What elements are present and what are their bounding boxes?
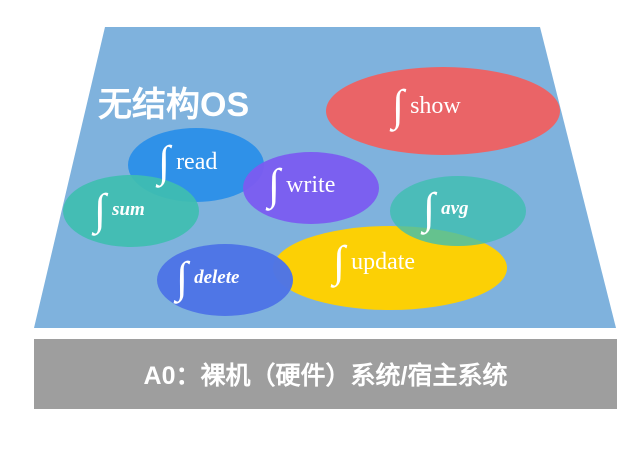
function-delete: ∫ delete xyxy=(176,256,239,300)
integral-icon: ∫ xyxy=(268,160,281,209)
function-sum: ∫ sum xyxy=(94,188,145,232)
function-label: avg xyxy=(441,198,469,219)
integral-icon: ∫ xyxy=(94,185,107,234)
function-label: show xyxy=(410,92,461,119)
function-show: ∫ show xyxy=(392,84,461,128)
function-update: ∫ update xyxy=(333,240,415,284)
function-label: read xyxy=(176,148,218,175)
function-label: write xyxy=(286,171,336,198)
function-label: delete xyxy=(194,267,240,288)
function-read: ∫ read xyxy=(158,140,217,184)
function-write: ∫ write xyxy=(268,163,335,207)
os-title: 无结构OS xyxy=(98,86,250,124)
integral-icon: ∫ xyxy=(423,184,436,233)
hardware-base-layer: A0：裸机（硬件）系统/宿主系统 xyxy=(34,339,617,409)
integral-icon: ∫ xyxy=(333,237,346,286)
integral-icon: ∫ xyxy=(176,253,189,302)
integral-icon: ∫ xyxy=(392,81,405,130)
function-label: sum xyxy=(112,199,145,220)
base-layer-label: A0：裸机（硬件）系统/宿主系统 xyxy=(143,362,508,390)
function-label: update xyxy=(351,248,416,275)
integral-icon: ∫ xyxy=(158,137,171,186)
function-avg: ∫ avg xyxy=(423,187,469,231)
